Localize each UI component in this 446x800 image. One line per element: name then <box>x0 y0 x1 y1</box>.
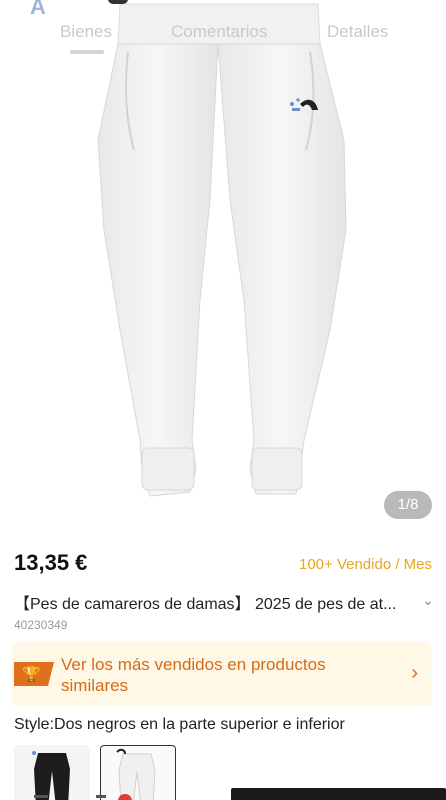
product-title-row[interactable]: 【Pes de camareros de damas】 2025 de pes … <box>14 590 434 613</box>
style-option-black[interactable] <box>14 745 90 800</box>
product-image[interactable]: A Bienes Comentarios Detalles 1/8 <box>0 0 446 530</box>
chevron-right-icon: › <box>411 662 418 684</box>
style-label: Style:Dos negros en la parte superior e … <box>14 716 345 733</box>
bestseller-banner[interactable]: 🏆 Ver los más vendidos en productos simi… <box>12 642 432 706</box>
buy-button[interactable] <box>231 788 446 800</box>
active-tab-indicator <box>70 50 104 54</box>
product-title: 【Pes de camareros de damas】 2025 de pes … <box>14 596 397 613</box>
tab-bar: Bienes Comentarios Detalles <box>0 20 446 54</box>
logo-fragment: A <box>30 0 46 19</box>
sold-count: 100+ Vendido / Mes <box>298 556 432 573</box>
tab-bienes[interactable]: Bienes <box>60 22 112 42</box>
image-counter: 1/8 <box>384 491 432 519</box>
logo-fragment-dark <box>108 0 128 4</box>
nav-icon[interactable] <box>34 795 48 798</box>
nav-icon-2[interactable] <box>96 795 106 798</box>
tab-detalles[interactable]: Detalles <box>327 22 388 42</box>
trophy-icon: 🏆 <box>14 662 54 686</box>
tab-comentarios[interactable]: Comentarios <box>171 22 267 42</box>
sweatpants-image <box>97 3 347 497</box>
banner-text: Ver los más vendidos en productos simila… <box>61 655 326 695</box>
chevron-down-icon[interactable]: ⌄ <box>422 592 434 609</box>
style-option-white[interactable] <box>100 745 176 800</box>
product-sku: 40230349 <box>14 618 68 632</box>
product-price: 13,35 € <box>14 550 88 575</box>
